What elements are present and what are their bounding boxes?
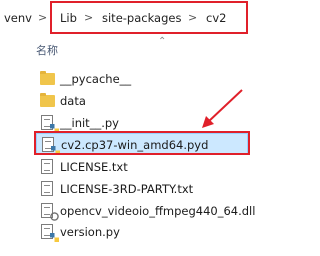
folder-icon	[40, 71, 55, 85]
file-name: LICENSE.txt	[60, 160, 128, 174]
file-name: LICENSE-3RD-PARTY.txt	[60, 182, 194, 196]
python-file-icon	[41, 224, 59, 242]
breadcrumb-separator[interactable]: >	[38, 11, 47, 24]
annotation-highlight-box	[50, 1, 248, 34]
text-file-icon	[41, 181, 53, 196]
file-name: data	[60, 94, 86, 108]
list-item[interactable]: version.py	[30, 221, 250, 243]
annotation-highlight-box	[34, 131, 250, 155]
python-file-icon	[41, 115, 59, 133]
folder-icon	[40, 93, 55, 107]
list-item[interactable]: opencv_videoio_ffmpeg440_64.dll	[30, 200, 300, 222]
navigation-pane[interactable]	[0, 36, 30, 256]
list-item[interactable]: LICENSE.txt	[30, 156, 250, 178]
file-name: opencv_videoio_ffmpeg440_64.dll	[60, 204, 256, 218]
text-file-icon	[41, 159, 53, 174]
list-item[interactable]: LICENSE-3RD-PARTY.txt	[30, 178, 250, 200]
dll-file-icon	[41, 203, 59, 221]
file-name: __pycache__	[60, 72, 132, 86]
breadcrumb-item-venv[interactable]: venv	[4, 11, 32, 25]
column-header-name[interactable]: 名称	[36, 42, 58, 58]
sort-up-icon: ⌃	[158, 36, 167, 47]
address-bar[interactable]: venv > Lib > site-packages > cv2	[0, 0, 300, 36]
column-header[interactable]: 名称 ⌃	[30, 36, 300, 60]
annotation-arrow-icon	[202, 89, 243, 128]
file-name: version.py	[60, 225, 120, 239]
file-name: __init__.py	[60, 116, 119, 130]
